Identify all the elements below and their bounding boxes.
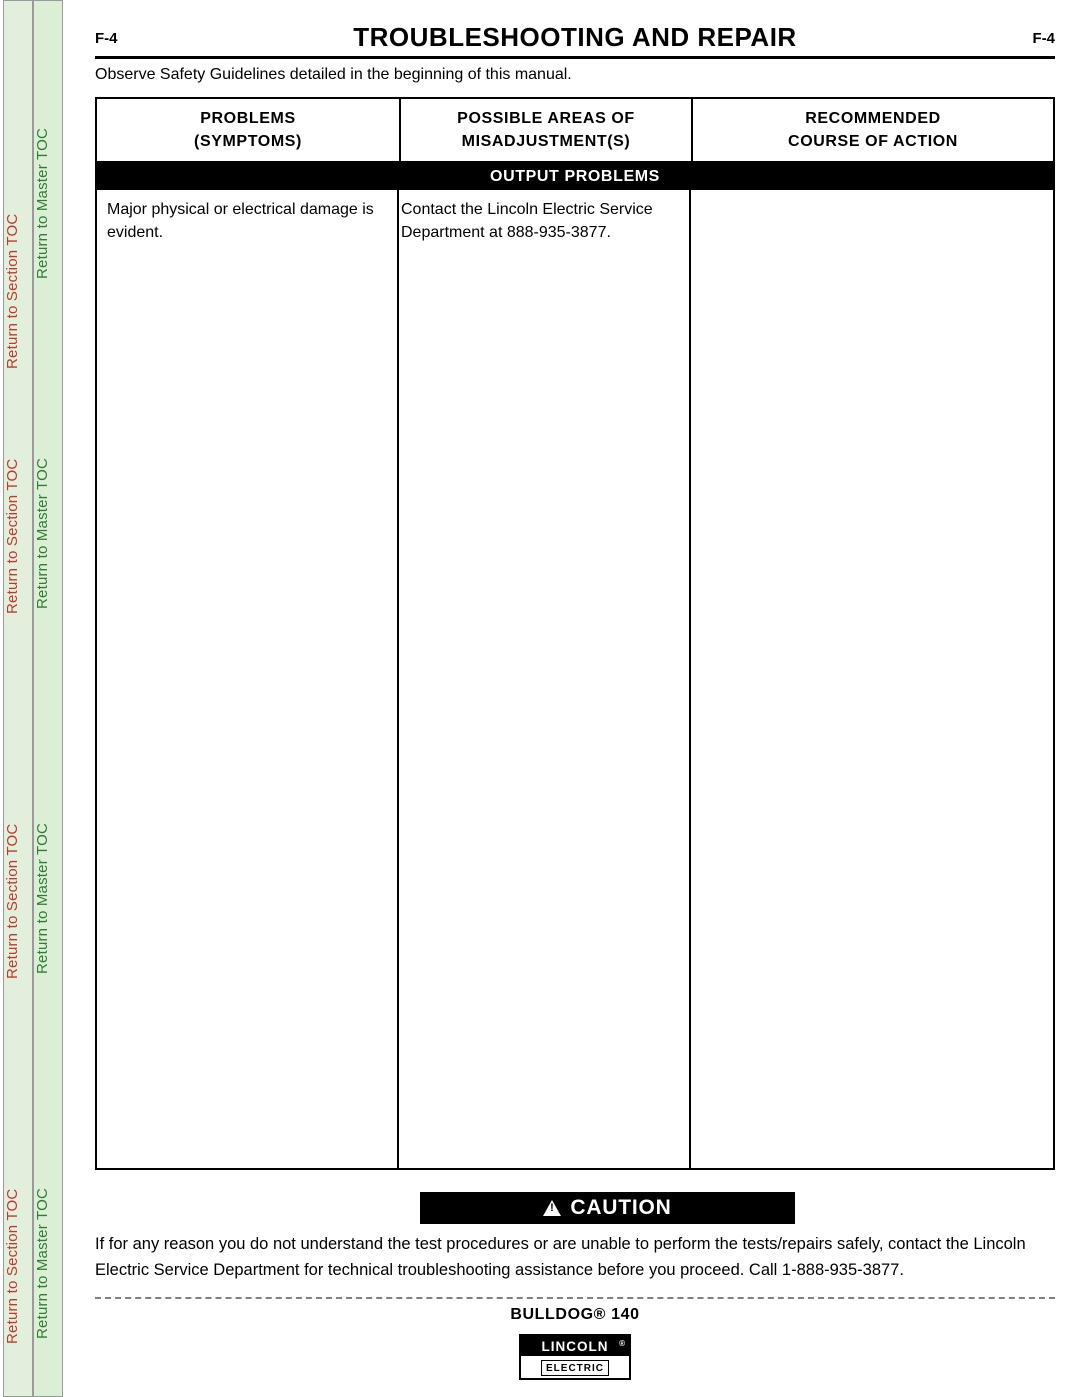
page-content: F-4 TROUBLESHOOTING AND REPAIR F-4 Obser… [70,0,1080,1397]
caution-body-text: If for any reason you do not understand … [95,1235,1026,1279]
footer-model-name: BULLDOG® 140 [510,1306,640,1323]
column-header-possible-areas: POSSIBLE AREAS OF MISADJUSTMENT(S) [399,99,691,161]
section-band-output-problems: OUTPUT PROBLEMS [97,163,1053,190]
column-header-recommended-line2: COURSE OF ACTION [788,133,958,150]
rail-master-toc-label-1[interactable]: Return to Master TOC [34,96,64,311]
rail-section-toc[interactable]: Return to Section TOC Return to Section … [3,0,33,1397]
column-header-recommended-line1: RECOMMENDED [805,109,941,127]
rail-master-toc[interactable]: Return to Master TOC Return to Master TO… [33,0,63,1397]
column-header-recommended: RECOMMENDED COURSE OF ACTION [691,99,1053,161]
column-header-problems: PROBLEMS (SYMPTOMS) [97,99,399,161]
page-header: F-4 TROUBLESHOOTING AND REPAIR F-4 [95,22,1055,60]
page-title: TROUBLESHOOTING AND REPAIR [353,22,797,52]
logo-subtext: ELECTRIC [541,1360,609,1376]
rail-master-toc-label-4[interactable]: Return to Master TOC [34,1156,64,1371]
logo-wordmark: LINCOLN ® [521,1336,629,1356]
rail-section-toc-label-2[interactable]: Return to Section TOC [4,426,34,646]
logo-registered-icon: ® [619,1339,626,1348]
rail-section-toc-label-1[interactable]: Return to Section TOC [4,181,34,401]
column-header-problems-line2: (SYMPTOMS) [194,133,302,150]
rail-master-toc-label-2[interactable]: Return to Master TOC [34,426,64,641]
column-header-problems-line1: PROBLEMS [200,109,296,127]
caution-label: CAUTION [570,1196,672,1219]
logo-wordmark-text: LINCOLN [541,1338,609,1354]
page-number-right: F-4 [1032,30,1056,47]
troubleshooting-table: PROBLEMS (SYMPTOMS) POSSIBLE AREAS OF MI… [95,97,1055,1170]
column-header-possible-areas-line1: POSSIBLE AREAS OF [457,109,635,127]
safety-note: Observe Safety Guidelines detailed in th… [95,66,572,83]
table-row-problem: Major physical or electrical damage is e… [107,201,374,242]
table-header-row: PROBLEMS (SYMPTOMS) POSSIBLE AREAS OF MI… [97,99,1053,163]
column-header-possible-areas-line2: MISADJUSTMENT(S) [461,133,631,150]
lincoln-electric-logo: LINCOLN ® ELECTRIC [519,1334,631,1380]
column-divider-2 [689,190,691,1168]
header-divider [95,56,1055,59]
column-divider-1 [397,190,399,1168]
table-body: Major physical or electrical damage is e… [97,190,1053,1168]
warning-triangle-icon [543,1200,562,1216]
table-row-possible-areas: Contact the Lincoln Electric Service Dep… [401,201,653,242]
rail-section-toc-label-4[interactable]: Return to Section TOC [4,1156,34,1376]
rail-section-toc-label-3[interactable]: Return to Section TOC [4,791,34,1011]
caution-banner: CAUTION [420,1192,795,1224]
footer-divider [95,1297,1055,1299]
rail-master-toc-label-3[interactable]: Return to Master TOC [34,791,64,1006]
